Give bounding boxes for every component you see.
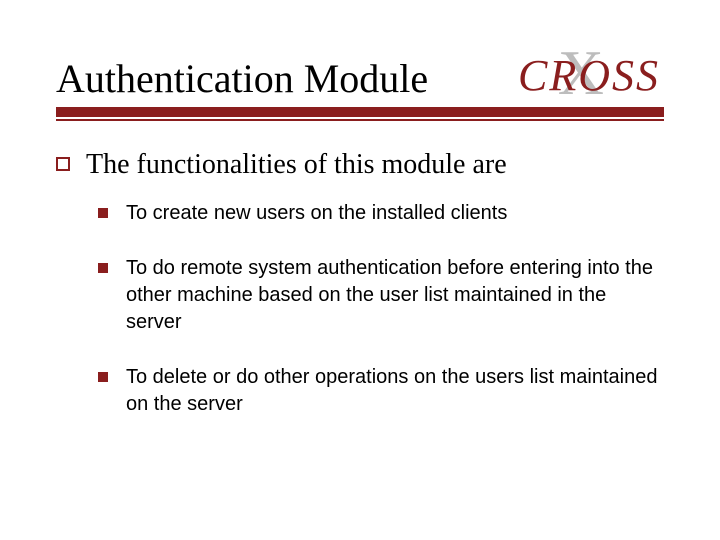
sub-list: To create new users on the installed cli… xyxy=(98,200,664,418)
intro-text: The functionalities of this module are xyxy=(86,147,664,182)
slide: Authentication Module X CROSS The functi… xyxy=(0,0,720,540)
square-bullet-icon xyxy=(98,263,108,273)
square-bullet-icon xyxy=(98,208,108,218)
sub-item-text: To do remote system authentication befor… xyxy=(126,255,664,336)
list-item: To create new users on the installed cli… xyxy=(98,200,664,227)
rule-thin xyxy=(56,119,664,121)
square-outline-bullet-icon xyxy=(56,157,70,171)
list-item: To delete or do other operations on the … xyxy=(98,364,664,418)
slide-body: The functionalities of this module are T… xyxy=(56,147,664,418)
list-item: The functionalities of this module are xyxy=(56,147,664,182)
sub-item-text: To create new users on the installed cli… xyxy=(126,200,664,227)
logo: X CROSS xyxy=(518,50,664,101)
logo-text: CROSS xyxy=(518,51,660,100)
title-underline xyxy=(56,107,664,121)
slide-title: Authentication Module xyxy=(56,57,428,101)
square-bullet-icon xyxy=(98,372,108,382)
rule-thick xyxy=(56,107,664,117)
title-row: Authentication Module X CROSS xyxy=(56,50,664,101)
sub-item-text: To delete or do other operations on the … xyxy=(126,364,664,418)
list-item: To do remote system authentication befor… xyxy=(98,255,664,336)
